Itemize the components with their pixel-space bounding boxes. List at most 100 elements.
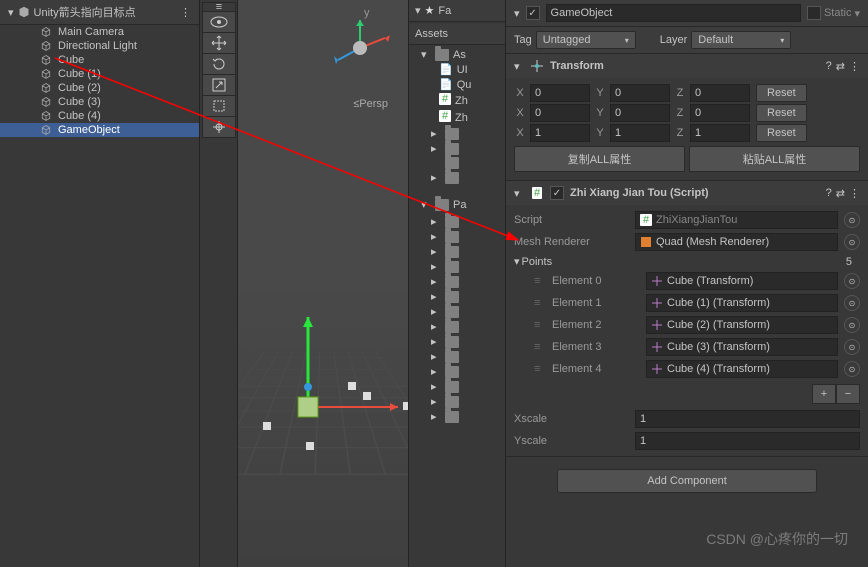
object-picker[interactable]: ⊙ <box>844 273 860 289</box>
reset-button[interactable]: Reset <box>756 124 807 142</box>
help-icon[interactable]: ? <box>826 187 832 200</box>
script-enabled-checkbox[interactable] <box>550 186 564 200</box>
folder-collapsed[interactable]: ▸ <box>409 126 505 141</box>
package-folder[interactable]: ▸ <box>409 379 505 394</box>
package-folder[interactable]: ▸ <box>409 334 505 349</box>
tag-dropdown[interactable]: Untagged <box>536 31 636 49</box>
package-folder[interactable]: ▸ <box>409 319 505 334</box>
menu-icon[interactable]: ⋮ <box>849 60 860 73</box>
transform-x-input[interactable] <box>530 84 590 102</box>
menu-icon[interactable]: ⋮ <box>849 187 860 200</box>
transform-y-input[interactable] <box>610 104 670 122</box>
package-folder[interactable]: ▸ <box>409 229 505 244</box>
settings-icon[interactable]: ⇄ <box>836 187 845 200</box>
move-tool[interactable] <box>202 32 236 54</box>
reset-button[interactable]: Reset <box>756 104 807 122</box>
object-picker[interactable]: ⊙ <box>844 317 860 333</box>
transform-reference-field[interactable]: Cube (2) (Transform) <box>646 316 838 334</box>
scene-viewport[interactable]: y ≤Persp <box>238 0 408 567</box>
package-folder[interactable]: ▸ <box>409 394 505 409</box>
mesh-icon <box>640 236 652 248</box>
package-folder[interactable]: ▸ <box>409 304 505 319</box>
help-icon[interactable]: ? <box>826 60 832 73</box>
rect-tool[interactable] <box>202 95 236 117</box>
transform-z-input[interactable] <box>690 124 750 142</box>
object-picker[interactable]: ⊙ <box>844 339 860 355</box>
hierarchy-item[interactable]: Cube (3) <box>0 95 199 109</box>
transform-x-input[interactable] <box>530 124 590 142</box>
drag-handle-icon[interactable]: ≡ <box>534 297 546 309</box>
hierarchy-item[interactable]: Cube <box>0 53 199 67</box>
drag-handle-icon[interactable]: ≡ <box>534 341 546 353</box>
gameobject-name-input[interactable] <box>546 4 801 22</box>
object-picker[interactable]: ⊙ <box>844 295 860 311</box>
axis-gizmo[interactable]: y <box>320 8 400 88</box>
points-foldout[interactable]: ▾ Points 5 <box>514 253 860 270</box>
package-folder[interactable]: ▸ <box>409 214 505 229</box>
folder-collapsed[interactable]: ▸ <box>409 170 505 185</box>
assets-root[interactable]: ▾ As <box>409 47 505 62</box>
mesh-renderer-field[interactable]: Quad (Mesh Renderer) <box>635 233 838 251</box>
project-item[interactable]: 📄Qu <box>409 77 505 92</box>
script-component: ▾ # Zhi Xiang Jian Tou (Script) ?⇄⋮ Scri… <box>506 181 868 457</box>
rotate-tool[interactable] <box>202 53 236 75</box>
hierarchy-item[interactable]: Cube (2) <box>0 81 199 95</box>
copy-all-button[interactable]: 复制ALL属性 <box>514 146 685 172</box>
folder-icon <box>445 411 459 423</box>
assets-tab[interactable]: Assets <box>409 24 505 45</box>
hierarchy-header[interactable]: ▾ Unity箭头指向目标点 ⋮ <box>0 0 199 25</box>
transform-tool[interactable] <box>202 116 236 138</box>
script-header[interactable]: ▾ # Zhi Xiang Jian Tou (Script) ?⇄⋮ <box>506 181 868 205</box>
transform-header[interactable]: ▾ Transform ?⇄⋮ <box>506 54 868 78</box>
folder-collapsed[interactable]: ▸ <box>409 141 505 156</box>
xscale-input[interactable] <box>635 410 860 428</box>
layer-dropdown[interactable]: Default <box>691 31 791 49</box>
reset-button[interactable]: Reset <box>756 84 807 102</box>
transform-z-input[interactable] <box>690 104 750 122</box>
paste-all-button[interactable]: 粘贴ALL属性 <box>689 146 860 172</box>
drag-handle-icon[interactable]: ≡ <box>534 363 546 375</box>
folder-collapsed[interactable] <box>409 156 505 170</box>
drag-handle-icon[interactable]: ≡ <box>534 319 546 331</box>
object-picker[interactable]: ⊙ <box>844 212 860 228</box>
hierarchy-item[interactable]: GameObject <box>0 123 199 137</box>
transform-y-input[interactable] <box>610 84 670 102</box>
package-folder[interactable]: ▸ <box>409 274 505 289</box>
transform-reference-field[interactable]: Cube (3) (Transform) <box>646 338 838 356</box>
package-folder[interactable]: ▸ <box>409 364 505 379</box>
project-item[interactable]: #Zh <box>409 109 505 126</box>
transform-y-input[interactable] <box>610 124 670 142</box>
view-tool[interactable] <box>202 11 236 33</box>
transform-reference-field[interactable]: Cube (1) (Transform) <box>646 294 838 312</box>
transform-x-input[interactable] <box>530 104 590 122</box>
yscale-input[interactable] <box>635 432 860 450</box>
object-picker[interactable]: ⊙ <box>844 234 860 250</box>
package-folder[interactable]: ▸ <box>409 244 505 259</box>
menu-icon[interactable]: ⋮ <box>180 6 191 19</box>
scale-tool[interactable] <box>202 74 236 96</box>
package-folder[interactable]: ▸ <box>409 409 505 424</box>
package-folder[interactable]: ▸ <box>409 289 505 304</box>
object-picker[interactable]: ⊙ <box>844 361 860 377</box>
hierarchy-item[interactable]: Cube (1) <box>0 67 199 81</box>
add-component-button[interactable]: Add Component <box>557 469 817 493</box>
remove-element-button[interactable]: − <box>836 384 860 404</box>
static-checkbox[interactable] <box>807 6 821 20</box>
settings-icon[interactable]: ⇄ <box>836 60 845 73</box>
drag-handle-icon[interactable]: ≡ <box>534 275 546 287</box>
add-element-button[interactable]: + <box>812 384 836 404</box>
hierarchy-item[interactable]: Main Camera <box>0 25 199 39</box>
static-dropdown-icon[interactable]: ▾ <box>854 7 860 20</box>
project-favorites[interactable]: ▾ ★ Fa <box>409 0 505 22</box>
package-folder[interactable]: ▸ <box>409 259 505 274</box>
hierarchy-item[interactable]: Cube (4) <box>0 109 199 123</box>
gameobject-active-checkbox[interactable] <box>526 6 540 20</box>
transform-z-input[interactable] <box>690 84 750 102</box>
packages-root[interactable]: ▾Pa <box>409 197 505 212</box>
project-item[interactable]: #Zh <box>409 92 505 109</box>
hierarchy-item[interactable]: Directional Light <box>0 39 199 53</box>
transform-reference-field[interactable]: Cube (4) (Transform) <box>646 360 838 378</box>
package-folder[interactable]: ▸ <box>409 349 505 364</box>
transform-reference-field[interactable]: Cube (Transform) <box>646 272 838 290</box>
project-item[interactable]: 📄UI <box>409 62 505 77</box>
